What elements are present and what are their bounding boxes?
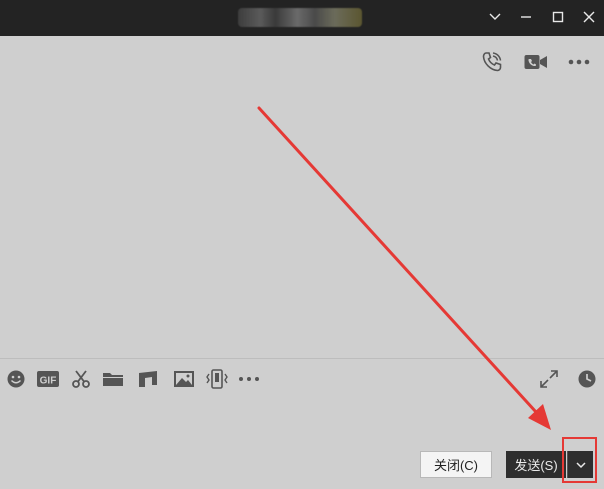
toolbar-more-icon[interactable] bbox=[236, 367, 262, 391]
message-area bbox=[0, 36, 604, 358]
send-button[interactable]: 发送(S) bbox=[506, 451, 566, 478]
annotation-highlight-box bbox=[562, 437, 597, 483]
folder-icon[interactable] bbox=[100, 367, 126, 391]
gif-label: GIF bbox=[40, 376, 57, 387]
emoji-icon[interactable] bbox=[3, 367, 29, 391]
more-icon[interactable] bbox=[564, 48, 594, 76]
expand-icon[interactable] bbox=[536, 367, 562, 391]
maximize-icon[interactable] bbox=[546, 6, 570, 28]
close-button[interactable]: 关闭(C) bbox=[420, 451, 492, 478]
minimize-icon[interactable] bbox=[514, 6, 538, 28]
shake-icon[interactable] bbox=[204, 367, 230, 391]
gif-icon[interactable]: GIF bbox=[35, 367, 61, 391]
music-icon[interactable] bbox=[135, 367, 161, 391]
scissors-icon[interactable] bbox=[68, 367, 94, 391]
close-icon[interactable] bbox=[577, 6, 601, 28]
phone-call-icon[interactable] bbox=[477, 48, 507, 76]
chevron-down-icon[interactable] bbox=[483, 6, 507, 28]
history-icon[interactable] bbox=[574, 367, 600, 391]
window-title bbox=[238, 8, 362, 27]
video-call-icon[interactable] bbox=[521, 48, 551, 76]
title-bar bbox=[0, 0, 604, 36]
toolbar-divider bbox=[0, 358, 604, 359]
image-icon[interactable] bbox=[171, 367, 197, 391]
